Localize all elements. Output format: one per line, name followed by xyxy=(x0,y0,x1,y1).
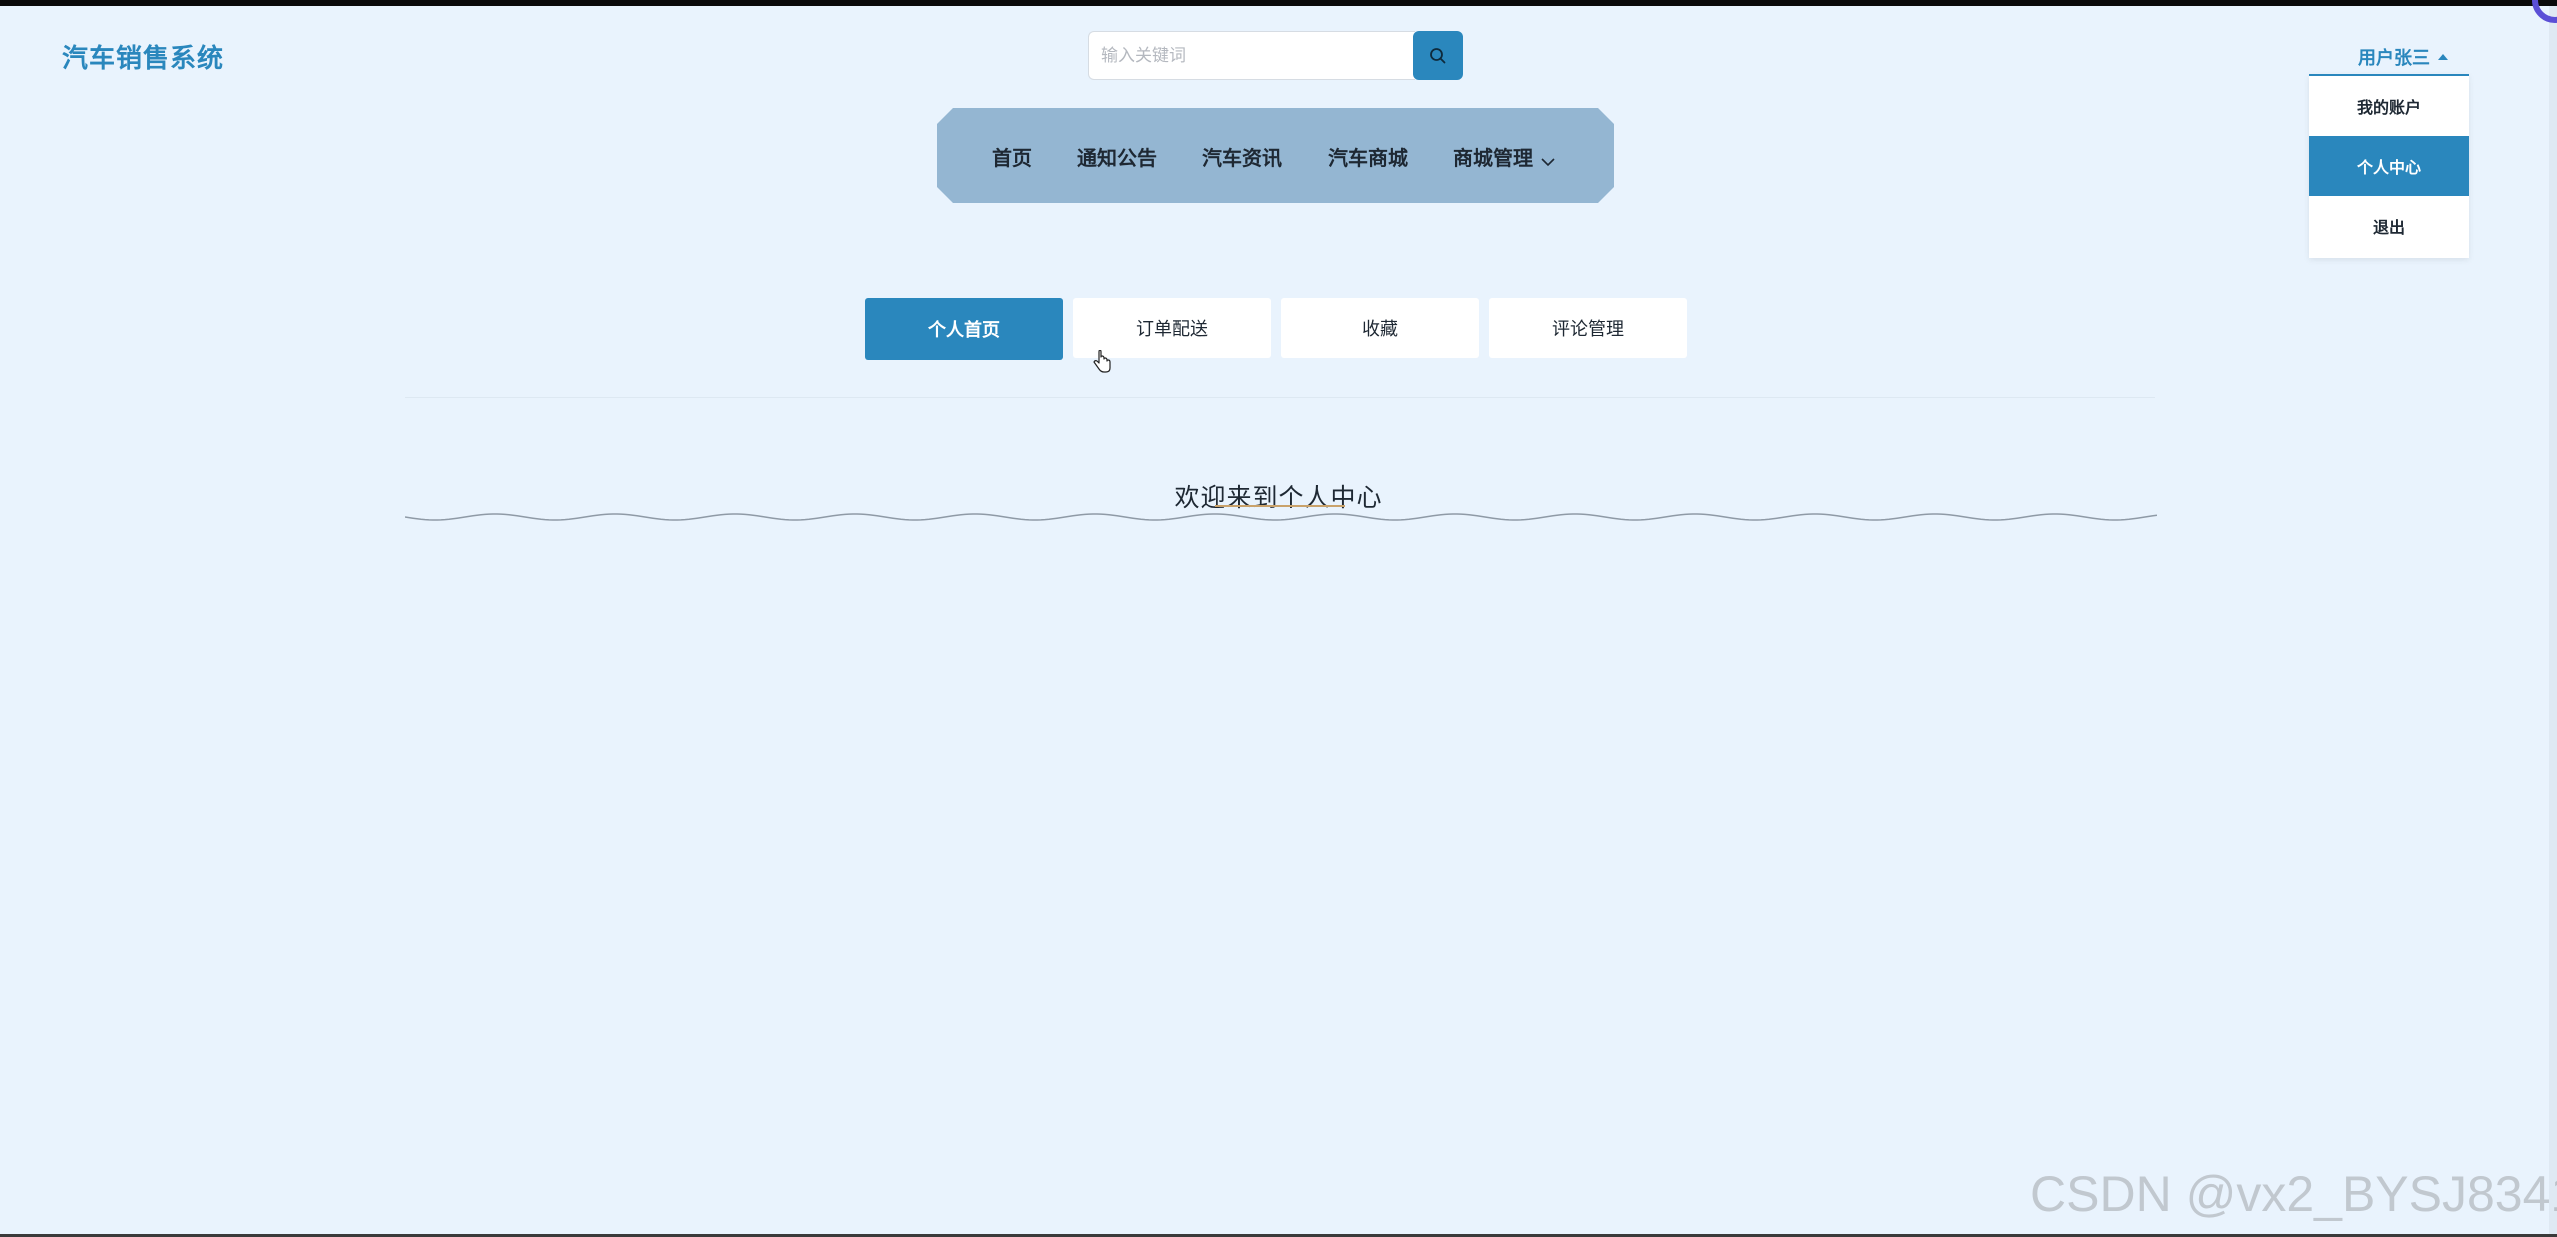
scrollbar-track[interactable] xyxy=(2549,6,2557,1234)
tab-personal-home[interactable]: 个人首页 xyxy=(865,298,1063,360)
nav-item-mall-management[interactable]: 商城管理 xyxy=(1453,142,1555,172)
welcome-title: 欢迎来到个人中心 xyxy=(1174,483,1383,512)
user-dropdown: 我的账户 个人中心 退出 xyxy=(2309,74,2469,258)
chevron-down-icon xyxy=(1541,148,1555,172)
nav-item-notices[interactable]: 通知公告 xyxy=(1077,142,1157,171)
search-input[interactable] xyxy=(1088,31,1415,80)
main-nav: 首页 通知公告 汽车资讯 汽车商城 商城管理 xyxy=(937,108,1614,203)
menu-item-logout[interactable]: 退出 xyxy=(2309,196,2469,256)
top-border xyxy=(0,0,2557,6)
user-name: 用户张三 xyxy=(2358,48,2430,69)
search-bar xyxy=(1088,31,1464,80)
site-logo[interactable]: 汽车销售系统 xyxy=(62,38,224,75)
nav-item-mall-management-label: 商城管理 xyxy=(1453,146,1533,170)
nav-item-car-news[interactable]: 汽车资讯 xyxy=(1202,142,1282,171)
nav-item-car-mall[interactable]: 汽车商城 xyxy=(1328,142,1408,171)
title-underline xyxy=(1215,505,1345,507)
wave-divider xyxy=(405,513,2157,521)
tab-favorites[interactable]: 收藏 xyxy=(1281,298,1479,358)
divider xyxy=(405,397,2155,398)
caret-up-icon xyxy=(2438,54,2448,60)
menu-item-my-account[interactable]: 我的账户 xyxy=(2309,76,2469,136)
search-icon xyxy=(1430,47,1446,63)
user-menu-toggle[interactable]: 用户张三 xyxy=(2358,44,2448,70)
tab-order-delivery[interactable]: 订单配送 xyxy=(1073,298,1271,358)
mouse-cursor-icon xyxy=(1093,350,1111,373)
nav-item-home[interactable]: 首页 xyxy=(992,142,1032,171)
menu-item-personal-center[interactable]: 个人中心 xyxy=(2309,136,2469,196)
tab-comment-management[interactable]: 评论管理 xyxy=(1489,298,1687,358)
corner-decoration xyxy=(2532,0,2557,23)
search-button[interactable] xyxy=(1413,31,1463,80)
watermark: CSDN @vx2_BYSJ8341 xyxy=(2030,1166,2557,1222)
